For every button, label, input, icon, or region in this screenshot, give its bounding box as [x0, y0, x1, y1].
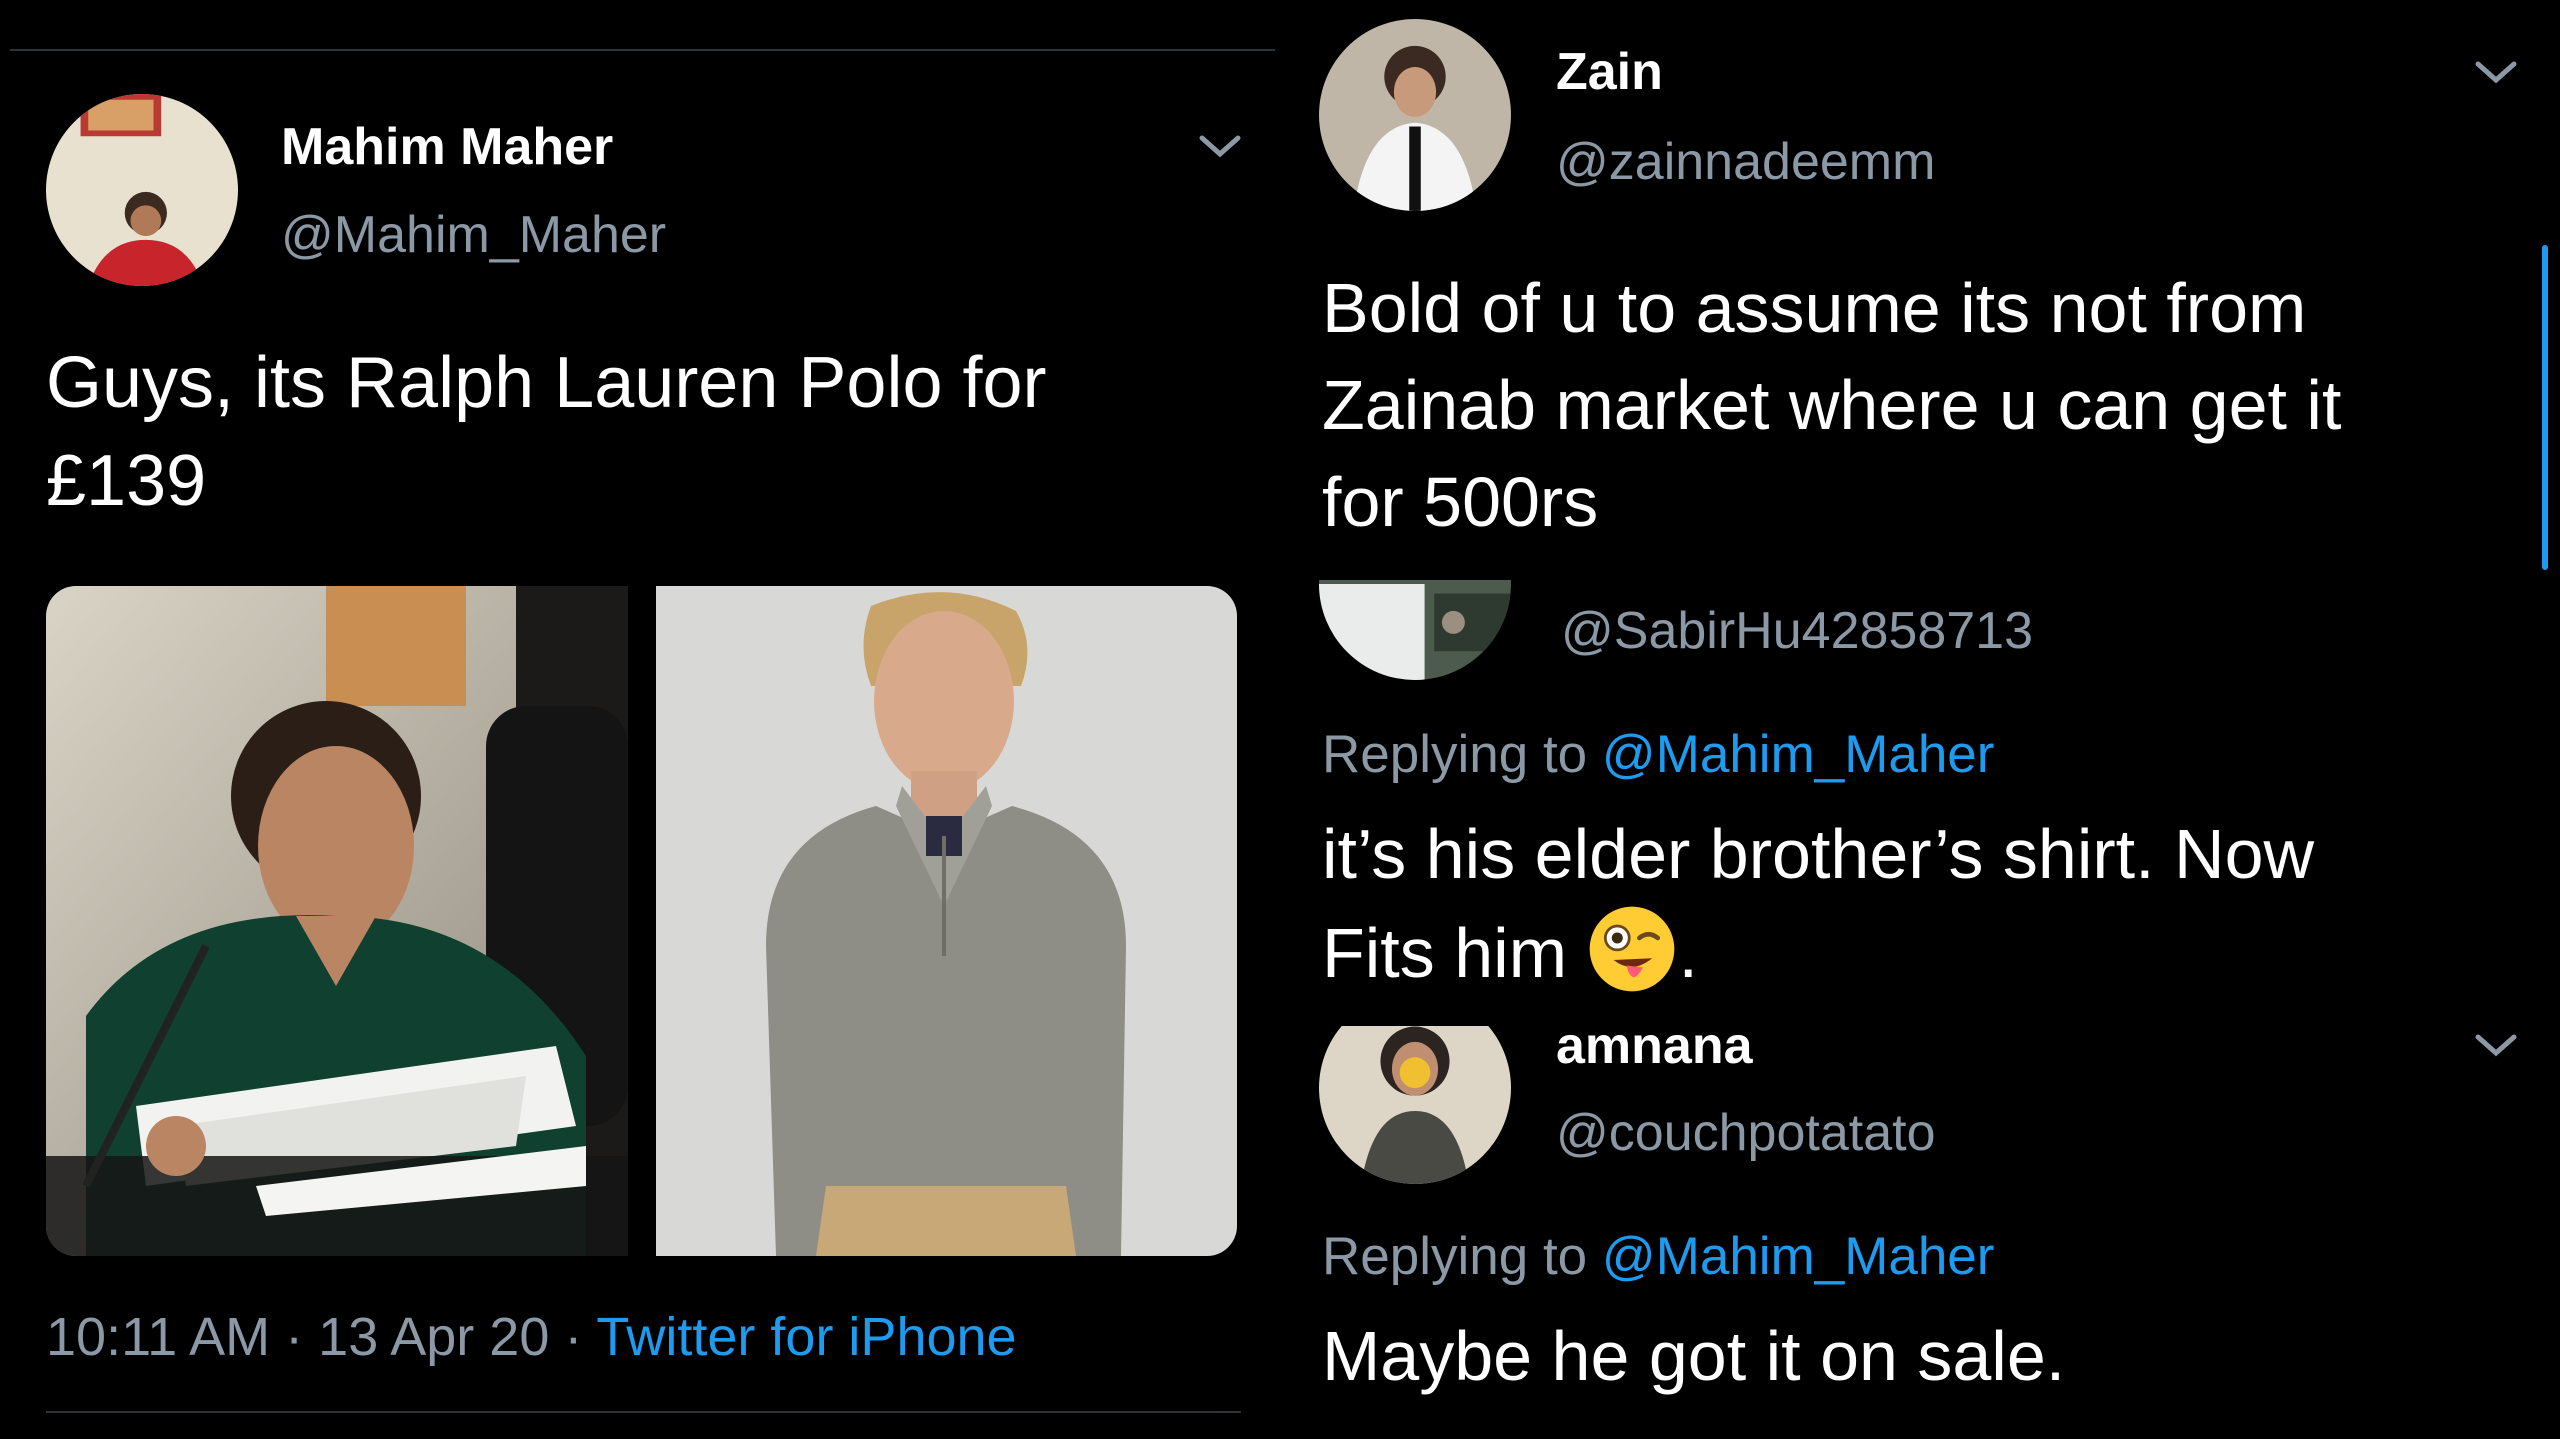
tweet-text-line: £139: [46, 441, 207, 521]
top-divider: [10, 49, 1275, 51]
tweet-photo-right[interactable]: [656, 586, 1237, 1256]
tweet-time[interactable]: 10:11 AM: [46, 1307, 270, 1367]
chevron-down-icon[interactable]: [2474, 58, 2518, 86]
reply-author-handle[interactable]: @couchpotatato: [1556, 1103, 1936, 1163]
winking-tongue-face-emoji-icon: [1586, 903, 1678, 995]
replying-to-handle-link[interactable]: @Mahim_Maher: [1602, 725, 1995, 784]
profile-avatar-icon: [1319, 1026, 1511, 1184]
reply-text: it’s his elder brother’s shirt. Now Fits…: [1322, 806, 2314, 1002]
reply-text-fragment: .: [1678, 914, 1698, 992]
reply-text-line: Zainab market where u can get it: [1322, 366, 2342, 444]
replying-to: Replying to @Mahim_Maher: [1322, 1226, 1994, 1287]
reply-author-name[interactable]: amnana: [1556, 1016, 1753, 1076]
tweet-source-link[interactable]: Twitter for iPhone: [596, 1307, 1016, 1367]
reply-author-name[interactable]: Zain: [1556, 42, 1663, 102]
profile-avatar-icon: [1319, 19, 1511, 211]
reply-text-line: Bold of u to assume its not from: [1322, 269, 2307, 347]
author-name[interactable]: Mahim Maher: [281, 117, 613, 177]
reply-text-line: Maybe he got it on sale.: [1322, 1317, 2066, 1395]
tweet-text-line: Guys, its Ralph Lauren Polo for: [46, 343, 1047, 423]
amnana-avatar-clip: [1319, 1026, 1511, 1184]
profile-avatar-icon: [46, 94, 238, 286]
author-handle[interactable]: @Mahim_Maher: [281, 205, 666, 265]
tweet-meta: 10:11 AM · 13 Apr 20 · Twitter for iPhon…: [46, 1306, 1017, 1368]
tweet-date[interactable]: 13 Apr 20: [318, 1307, 549, 1367]
sabir-avatar[interactable]: [1319, 580, 1511, 680]
tweet-photo-left[interactable]: [46, 586, 628, 1256]
sabir-avatar-clip: [1319, 580, 1511, 680]
meta-separator: ·: [564, 1307, 583, 1367]
chevron-down-icon[interactable]: [1198, 132, 1242, 160]
reply-author-handle[interactable]: @zainnadeemm: [1556, 132, 1935, 192]
replying-to-handle-link[interactable]: @Mahim_Maher: [1602, 1227, 1995, 1286]
replying-to-prefix: Replying to: [1322, 725, 1588, 784]
reply-text-fragment: Fits him: [1322, 914, 1567, 992]
mahim-avatar[interactable]: [46, 94, 238, 286]
meta-separator: ·: [285, 1307, 304, 1367]
reply-text: Maybe he got it on sale.: [1322, 1308, 2065, 1405]
scrollbar[interactable]: [2542, 245, 2548, 570]
reply-text-line: Fits him .: [1322, 903, 2314, 1002]
reply-text: Bold of u to assume its not from Zainab …: [1322, 260, 2341, 551]
bottom-divider: [46, 1411, 1241, 1413]
tweet-text: Guys, its Ralph Lauren Polo for £139: [46, 334, 1047, 530]
chevron-down-icon[interactable]: [2474, 1031, 2518, 1059]
profile-avatar-icon: [1319, 580, 1511, 680]
replying-to: Replying to @Mahim_Maher: [1322, 724, 1994, 785]
reply-text-line: for 500rs: [1322, 463, 1599, 541]
reply-text-line: it’s his elder brother’s shirt. Now: [1322, 815, 2315, 893]
reply-author-handle[interactable]: @SabirHu42858713: [1561, 601, 2033, 661]
replying-to-prefix: Replying to: [1322, 1227, 1588, 1286]
amnana-avatar[interactable]: [1319, 1026, 1511, 1184]
zain-avatar[interactable]: [1319, 19, 1511, 211]
